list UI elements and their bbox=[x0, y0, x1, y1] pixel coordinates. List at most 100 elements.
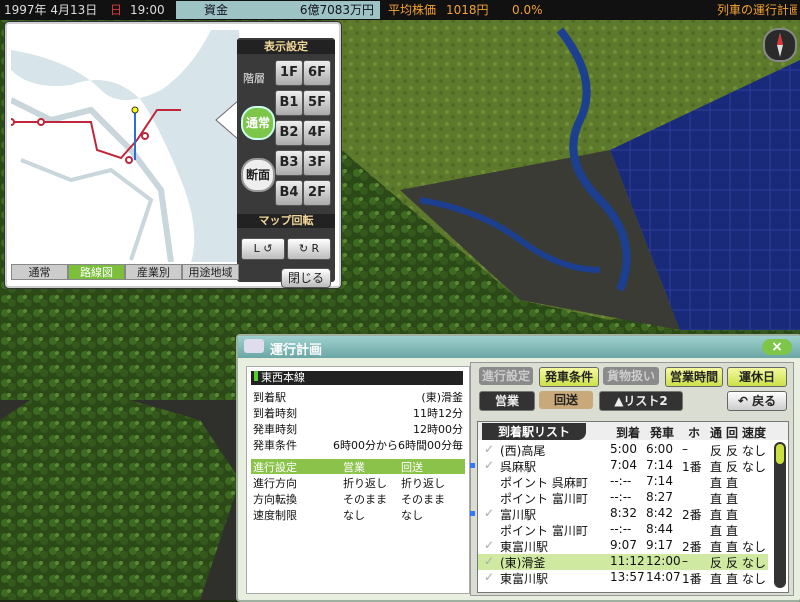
rotate-left-label: L bbox=[253, 242, 260, 255]
plan-close-button[interactable]: × bbox=[762, 339, 792, 355]
station-row[interactable]: ポイント 呉麻町 --:-- 7:14 直直 bbox=[478, 474, 768, 490]
map-close-button[interactable]: 閉じる bbox=[281, 268, 331, 288]
tab-cargo[interactable]: 貨物扱い bbox=[603, 367, 659, 385]
station-list-title: 到着駅リスト bbox=[482, 423, 587, 440]
map-tab-route[interactable]: 路線図 bbox=[68, 264, 125, 280]
station-through: 直 bbox=[710, 572, 723, 586]
floor-b4-button[interactable]: B4 bbox=[275, 180, 303, 206]
station-row[interactable]: ✓ (東)滑釜 11:12 12:00– 反反なし bbox=[478, 554, 768, 570]
check-icon[interactable]: ✓ bbox=[484, 458, 494, 472]
floor-1f-button[interactable]: 1F bbox=[275, 60, 303, 86]
route-map[interactable] bbox=[11, 30, 239, 262]
station-arrival: 5:00 bbox=[610, 442, 637, 456]
list-scrollbar-thumb[interactable] bbox=[776, 444, 784, 464]
check-icon[interactable]: ✓ bbox=[484, 554, 494, 568]
check-icon[interactable]: ✓ bbox=[484, 442, 494, 456]
check-icon[interactable]: ✓ bbox=[484, 506, 494, 520]
station-through: 直 bbox=[710, 476, 723, 490]
check-icon[interactable]: ✓ bbox=[484, 538, 494, 552]
mode-business-button[interactable]: 営業 bbox=[479, 391, 535, 411]
col-through: 通 bbox=[710, 426, 723, 440]
settings-row[interactable]: 方向転換 そのまま そのまま bbox=[251, 491, 465, 506]
map-tab-industry[interactable]: 産業別 bbox=[125, 264, 182, 280]
station-row[interactable]: ✓ 東富川駅 13:57 14:07 1番直直なし bbox=[478, 570, 768, 586]
operation-plan-window: 運行計画 × 東西本線 到着駅 (東)滑釜 到着時刻 11時12分 発車時刻 12時00分… bbox=[236, 334, 800, 602]
floor-3f-button[interactable]: 3F bbox=[303, 150, 331, 176]
display-settings-panel: 表示設定 階層 1F 6F B1 5F B2 4F B3 3F B4 2F 通常… bbox=[237, 38, 335, 288]
back-button-label: 戻る bbox=[752, 394, 777, 408]
section-view-button[interactable]: 断面 bbox=[241, 158, 275, 192]
list2-button[interactable]: ▲リスト2 bbox=[599, 391, 683, 411]
plan-detail-row: 発車条件 6時00分から6時間00分毎 bbox=[251, 437, 465, 452]
detail-label: 発車時刻 bbox=[253, 423, 297, 436]
station-departure: 8:44 bbox=[646, 522, 673, 536]
tab-business-hours[interactable]: 営業時間 bbox=[665, 367, 723, 387]
station-deadhead: 直 bbox=[726, 492, 739, 506]
floor-5f-button[interactable]: 5F bbox=[303, 90, 331, 116]
station-name: 東富川駅 bbox=[500, 572, 549, 586]
station-row[interactable]: ✓ 富川駅 8:32 8:42 2番直直 bbox=[470, 506, 768, 522]
station-name: 東富川駅 bbox=[500, 540, 549, 554]
station-deadhead: 直 bbox=[726, 524, 739, 538]
floor-b3-button[interactable]: B3 bbox=[275, 150, 303, 176]
station-departure: 6:00 bbox=[646, 442, 673, 456]
station-arrival: 8:32 bbox=[610, 506, 637, 520]
rotate-left-button[interactable]: L ↺ bbox=[241, 238, 285, 260]
funds-value: 6億7083万円 bbox=[299, 3, 374, 17]
detail-value: 6時00分から6時間00分毎 bbox=[333, 439, 463, 452]
station-through: 反 bbox=[710, 556, 723, 570]
back-button[interactable]: ↶ 戻る bbox=[727, 391, 787, 411]
station-deadhead: 反 bbox=[726, 444, 739, 458]
floor-6f-button[interactable]: 6F bbox=[303, 60, 331, 86]
weekday-text: 日 bbox=[110, 3, 123, 17]
stock-value: 1018円 bbox=[446, 3, 489, 17]
detail-value: (東)滑釜 bbox=[421, 391, 463, 404]
floor-4f-button[interactable]: 4F bbox=[303, 120, 331, 146]
map-rotate-title: マップ回転 bbox=[237, 214, 335, 228]
display-settings-title: 表示設定 bbox=[237, 40, 335, 54]
tab-progress-settings[interactable]: 進行設定 bbox=[479, 367, 533, 385]
detail-value: 12時00分 bbox=[413, 423, 463, 436]
mode-deadhead-button[interactable]: 回送 bbox=[539, 391, 593, 409]
station-name: 富川駅 bbox=[500, 508, 537, 522]
list-scrollbar[interactable] bbox=[774, 442, 786, 588]
settings-row[interactable]: 進行方向 折り返し 折り返し bbox=[251, 475, 465, 490]
station-row[interactable]: ポイント 富川町 --:-- 8:44 直直 bbox=[478, 522, 768, 538]
tab-departure-conditions[interactable]: 発車条件 bbox=[539, 367, 599, 387]
station-row[interactable]: ✓ 呉麻駅 7:04 7:14 1番直反なし bbox=[470, 458, 768, 474]
floor-b2-button[interactable]: B2 bbox=[275, 120, 303, 146]
stock-label: 平均株価 bbox=[388, 3, 437, 17]
map-tab-zoning[interactable]: 用途地域 bbox=[182, 264, 239, 280]
line-name: 東西本線 bbox=[251, 371, 463, 385]
plan-detail-row: 発車時刻 12時00分 bbox=[251, 421, 465, 436]
compass-icon[interactable] bbox=[763, 28, 797, 62]
detail-label: 発車条件 bbox=[253, 439, 297, 452]
station-row[interactable]: ✓ (西)高尾 5:00 6:00– 反反なし bbox=[478, 442, 768, 458]
settings-label: 速度制限 bbox=[253, 509, 297, 522]
map-tabs: 通常 路線図 産業別 用途地域 bbox=[11, 264, 239, 280]
station-row[interactable]: ✓ 東富川駅 9:07 9:17 2番直直なし bbox=[478, 538, 768, 554]
settings-deadhead-value: 折り返し bbox=[401, 477, 445, 490]
station-marker-icon bbox=[470, 511, 475, 516]
floor-2f-button[interactable]: 2F bbox=[303, 180, 331, 206]
settings-row[interactable]: 速度制限 なし なし bbox=[251, 507, 465, 522]
station-deadhead: 直 bbox=[726, 508, 739, 522]
status-bar: 1997年 4月13日 日 19:00 資金 6億7083万円 平均株価 101… bbox=[0, 0, 800, 20]
station-deadhead: 反 bbox=[726, 556, 739, 570]
station-through: 直 bbox=[710, 524, 723, 538]
check-icon[interactable]: ✓ bbox=[484, 570, 494, 584]
map-tab-normal[interactable]: 通常 bbox=[11, 264, 68, 280]
plan-detail-row: 到着時刻 11時12分 bbox=[251, 405, 465, 420]
station-arrival: --:-- bbox=[610, 474, 632, 488]
station-name: 呉麻駅 bbox=[500, 460, 537, 474]
time-text: 19:00 bbox=[130, 3, 165, 17]
station-departure: 7:14 bbox=[646, 474, 673, 488]
station-platform: 1番 bbox=[682, 572, 702, 586]
floor-b1-button[interactable]: B1 bbox=[275, 90, 303, 116]
station-speed: なし bbox=[742, 444, 767, 458]
tab-suspension-days[interactable]: 運休日 bbox=[727, 367, 787, 387]
station-speed: なし bbox=[742, 540, 767, 554]
rotate-right-button[interactable]: ↻ R bbox=[287, 238, 331, 260]
station-row[interactable]: ポイント 富川町 --:-- 8:27 直直 bbox=[478, 490, 768, 506]
normal-view-button[interactable]: 通常 bbox=[241, 106, 275, 140]
